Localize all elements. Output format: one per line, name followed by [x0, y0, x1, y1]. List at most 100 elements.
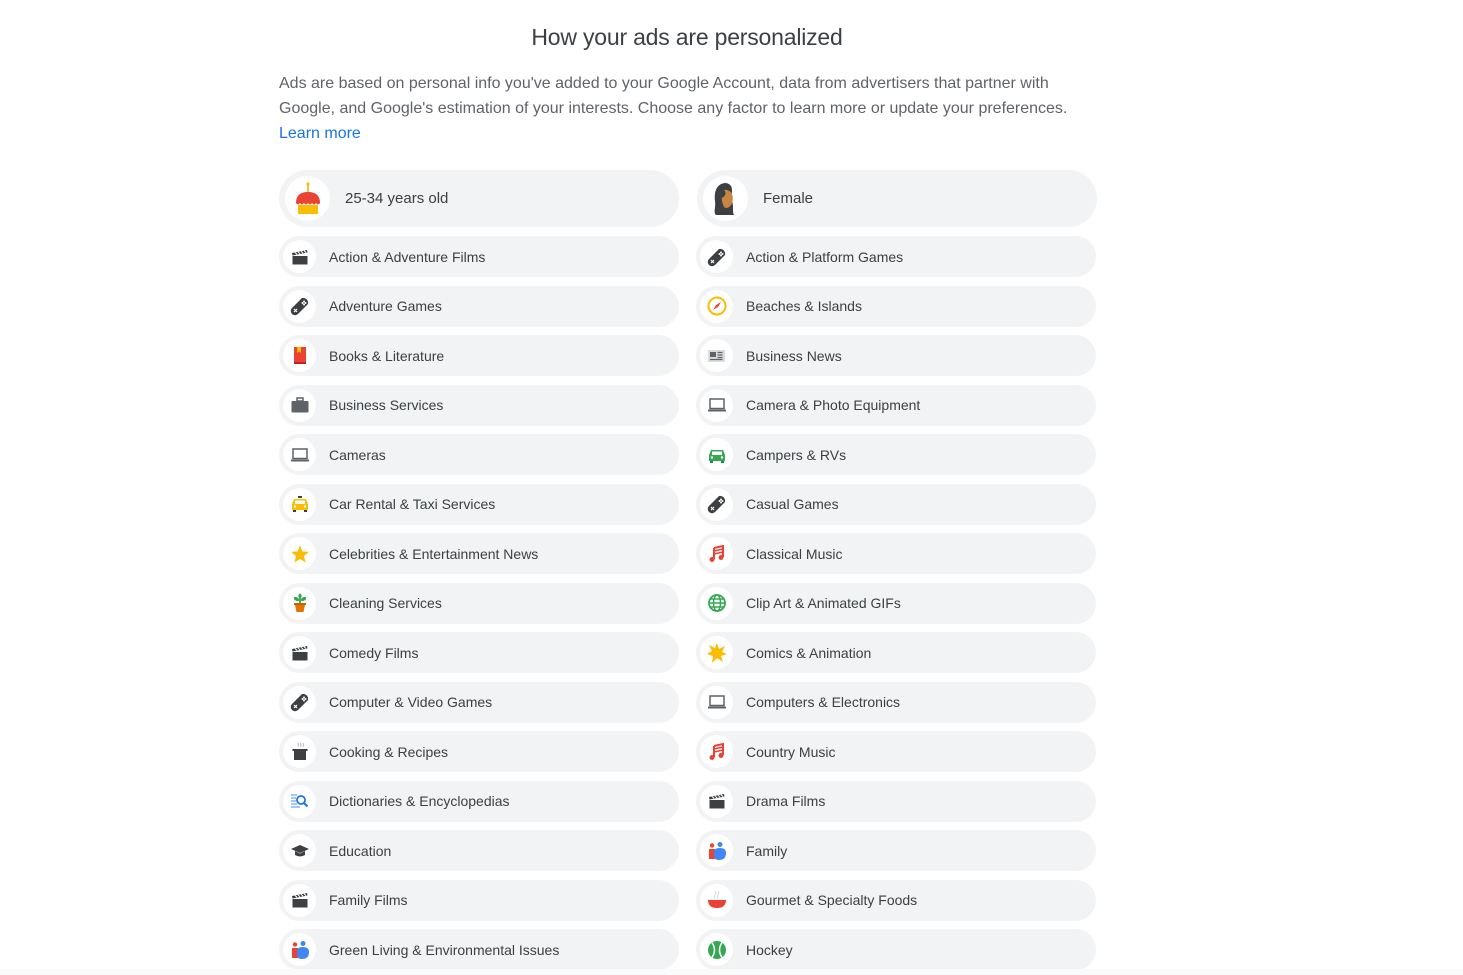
clapperboard-icon	[283, 240, 316, 273]
music-note-icon	[700, 537, 733, 570]
interest-label: Campers & RVs	[746, 446, 847, 463]
gamepad-icon	[700, 240, 733, 273]
interest-label: Computers & Electronics	[746, 694, 901, 710]
learn-more-link[interactable]: Learn more	[279, 125, 361, 142]
taxi-icon	[283, 487, 316, 521]
interest-item-business-services[interactable]: Business Services	[279, 384, 679, 426]
interest-item-family[interactable]: Family	[696, 830, 1096, 871]
interest-label: Drama Films	[746, 793, 826, 809]
interest-item-books-and-literature[interactable]: Books & Literature	[279, 335, 679, 376]
interest-item-comics-and-animation[interactable]: Comics & Animation	[696, 632, 1096, 673]
clapperboard-icon	[283, 636, 316, 669]
intro-text: Ads are based on personal info you've ad…	[279, 75, 1068, 117]
clapperboard-icon	[700, 784, 733, 818]
clapperboard-icon	[283, 883, 316, 917]
interest-item-cooking-and-recipes[interactable]: Cooking & Recipes	[279, 731, 679, 772]
interest-label: Cameras	[329, 446, 386, 463]
burst-icon	[700, 636, 733, 669]
interest-item-drama-films[interactable]: Drama Films	[696, 780, 1096, 822]
interest-label: Family Films	[329, 892, 408, 908]
interest-item-adventure-games[interactable]: Adventure Games	[279, 285, 679, 327]
interest-label: Education	[329, 842, 392, 859]
interest-label: Cleaning Services	[329, 595, 442, 611]
interest-item-computers-and-electronics[interactable]: Computers & Electronics	[696, 681, 1096, 723]
interest-item-beaches-and-islands[interactable]: Beaches & Islands	[696, 285, 1096, 327]
interest-label: Comics & Animation	[746, 644, 872, 661]
laptop-icon	[700, 388, 733, 422]
interest-item-cameras[interactable]: Cameras	[279, 434, 679, 475]
family-icon	[283, 933, 316, 966]
ad-factors-grid: 25-34 years old Female Action & Adventur…	[279, 170, 1097, 970]
interest-label: Gourmet & Specialty Foods	[746, 892, 918, 908]
interest-item-camera-and-photo-equipment[interactable]: Camera & Photo Equipment	[696, 384, 1096, 426]
interest-item-celebrities-and-entertainment-news[interactable]: Celebrities & Entertainment News	[279, 533, 679, 574]
interest-item-dictionaries-and-encyclopedias[interactable]: Dictionaries & Encyclopedias	[279, 780, 679, 822]
newspaper-icon	[700, 339, 733, 372]
interest-label: Comedy Films	[329, 644, 419, 661]
interest-label: Action & Adventure Films	[329, 248, 486, 265]
graduation-cap-icon	[283, 834, 316, 867]
book-icon	[283, 339, 316, 372]
interest-label: Camera & Photo Equipment	[746, 397, 921, 413]
interest-label: Books & Literature	[329, 347, 445, 364]
gamepad-icon	[700, 487, 733, 521]
interest-label: Green Living & Environmental Issues	[329, 941, 560, 958]
globe-icon	[700, 586, 733, 620]
interest-list: Action & Adventure Films Action & Platfor…	[279, 236, 1097, 970]
compass-icon	[700, 289, 733, 323]
interest-item-classical-music[interactable]: Classical Music	[696, 533, 1096, 574]
interest-label: Dictionaries & Encyclopedias	[329, 793, 510, 809]
search-document-icon	[283, 784, 316, 818]
interest-item-action-and-platform-games[interactable]: Action & Platform Games	[696, 236, 1096, 277]
factor-gender-label: Female	[763, 190, 814, 207]
interest-item-campers-and-rvs[interactable]: Campers & RVs	[696, 434, 1096, 475]
interest-label: Hockey	[746, 941, 793, 958]
interest-item-clip-art-and-animated-gifs[interactable]: Clip Art & Animated GIFs	[696, 582, 1096, 624]
laptop-icon	[283, 438, 316, 471]
birthday-cake-icon	[285, 176, 330, 221]
interest-label: Action & Platform Games	[746, 248, 904, 265]
interest-item-business-news[interactable]: Business News	[696, 335, 1096, 376]
demographics-row: 25-34 years old Female	[279, 170, 1097, 227]
interest-label: Family	[746, 842, 788, 859]
interest-item-casual-games[interactable]: Casual Games	[696, 483, 1096, 525]
interest-label: Casual Games	[746, 496, 839, 512]
briefcase-icon	[283, 388, 316, 422]
bottom-edge	[0, 969, 1463, 975]
music-note-icon	[700, 735, 733, 768]
interest-label: Business Services	[329, 397, 444, 413]
interest-item-hockey[interactable]: Hockey	[696, 929, 1096, 970]
factor-gender[interactable]: Female	[697, 170, 1097, 227]
interest-item-family-films[interactable]: Family Films	[279, 879, 679, 921]
interest-label: Classical Music	[746, 545, 843, 562]
cooking-pot-icon	[283, 735, 316, 768]
factor-age[interactable]: 25-34 years old	[279, 170, 679, 227]
laptop-icon	[700, 685, 733, 719]
interest-item-cleaning-services[interactable]: Cleaning Services	[279, 582, 679, 624]
interest-item-education[interactable]: Education	[279, 830, 679, 871]
intro-paragraph: Ads are based on personal info you've ad…	[279, 71, 1109, 146]
potted-plant-icon	[283, 586, 316, 620]
interest-item-country-music[interactable]: Country Music	[696, 731, 1096, 772]
factor-age-label: 25-34 years old	[345, 190, 449, 207]
interest-label: Business News	[746, 347, 842, 364]
interest-item-comedy-films[interactable]: Comedy Films	[279, 632, 679, 673]
interest-label: Clip Art & Animated GIFs	[746, 595, 901, 611]
family-icon	[700, 834, 733, 867]
interest-label: Computer & Video Games	[329, 694, 493, 710]
interest-label: Country Music	[746, 743, 836, 760]
interest-item-gourmet-and-specialty-foods[interactable]: Gourmet & Specialty Foods	[696, 879, 1096, 921]
interest-item-car-rental-and-taxi-services[interactable]: Car Rental & Taxi Services	[279, 483, 679, 525]
interest-item-green-living-and-environmental-issues[interactable]: Green Living & Environmental Issues	[279, 929, 679, 970]
gamepad-icon	[283, 685, 316, 719]
interest-label: Celebrities & Entertainment News	[329, 545, 539, 562]
star-icon	[283, 537, 316, 570]
interest-label: Beaches & Islands	[746, 298, 862, 314]
interest-item-action-and-adventure-films[interactable]: Action & Adventure Films	[279, 236, 679, 277]
soup-bowl-icon	[700, 883, 733, 917]
interest-label: Car Rental & Taxi Services	[329, 496, 496, 512]
female-avatar-icon	[703, 176, 748, 221]
ball-icon	[700, 933, 733, 966]
interest-item-computer-and-video-games[interactable]: Computer & Video Games	[279, 681, 679, 723]
page-title: How your ads are personalized	[531, 24, 843, 50]
